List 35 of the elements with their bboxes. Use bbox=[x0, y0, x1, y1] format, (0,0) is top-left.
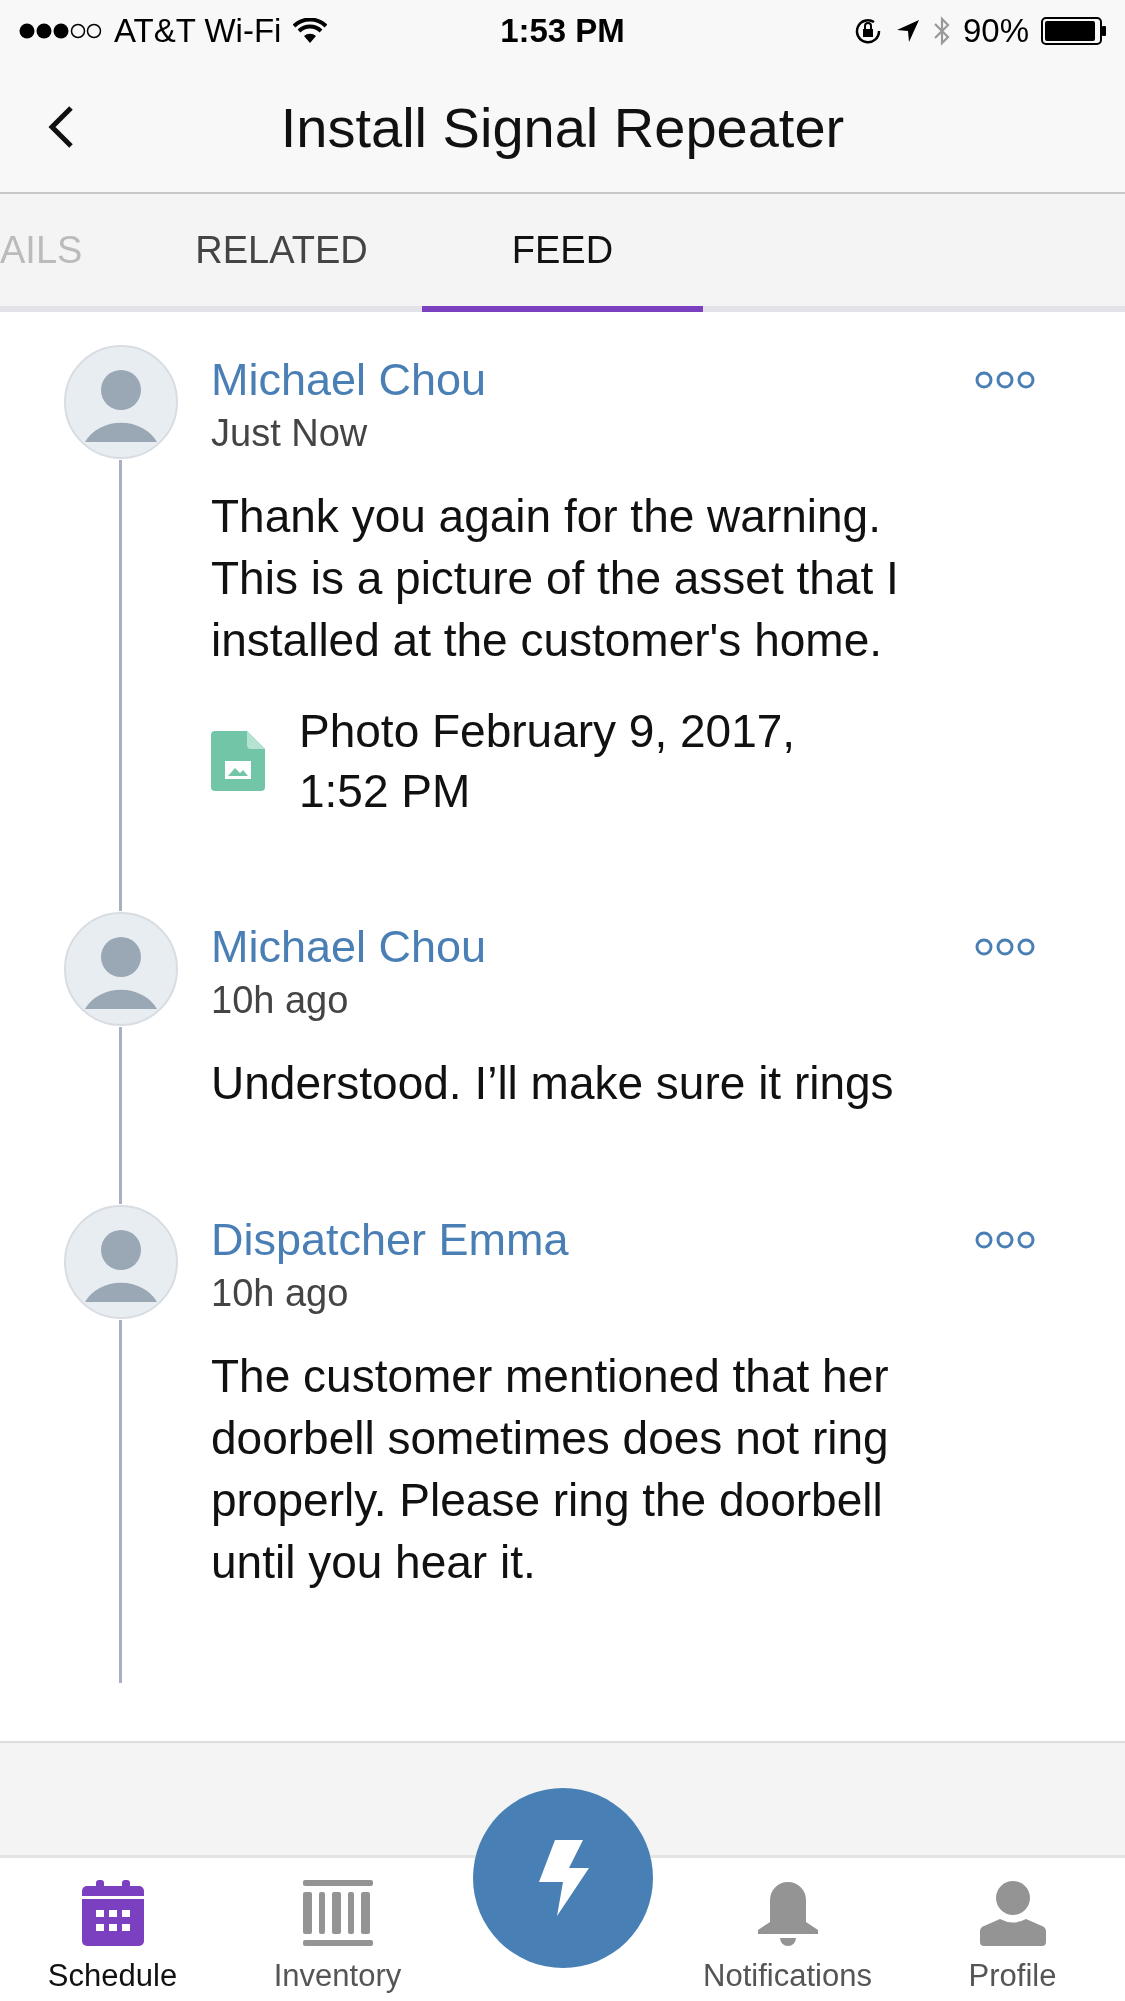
more-icon[interactable] bbox=[975, 937, 1035, 957]
tab-bar-item[interactable]: Profile bbox=[900, 1880, 1125, 1994]
post-text: Thank you again for the warning. This is a picture of the asset that I installed at the customer's home. bbox=[211, 489, 900, 668]
tab-bar-item[interactable]: Inventory bbox=[225, 1880, 450, 1994]
lightning-icon bbox=[537, 1840, 589, 1916]
post-time: 10h ago bbox=[211, 1272, 350, 1315]
barcode-icon bbox=[302, 1880, 373, 1946]
more-icon[interactable] bbox=[975, 1230, 1035, 1250]
battery-percent: 90% bbox=[962, 12, 1029, 50]
author-link[interactable]: Dispatcher Emma bbox=[211, 1214, 569, 1266]
calendar-icon bbox=[81, 1880, 144, 1946]
tab-bar-item[interactable]: Schedule bbox=[0, 1880, 225, 1994]
battery-icon bbox=[1041, 17, 1107, 45]
signal-icon bbox=[18, 22, 102, 40]
post-text: The customer mentioned that her doorbell sometimes does not ring properly. Please ring the doorbell until you hear it. bbox=[211, 1349, 890, 1590]
post-text: Understood. I’ll make sure it rings bbox=[211, 1056, 895, 1111]
wifi-icon bbox=[293, 18, 328, 44]
more-icon[interactable] bbox=[975, 370, 1035, 390]
page-title: Install Signal Repeater bbox=[279, 94, 846, 160]
avatar-icon[interactable] bbox=[62, 911, 179, 1027]
author-link[interactable]: Michael Chou bbox=[211, 921, 487, 973]
attachment-link[interactable]: Photo February 9, 2017, 1:52 PM bbox=[299, 701, 859, 821]
clock-time: 1:53 PM bbox=[500, 12, 625, 50]
bell-icon bbox=[755, 1880, 820, 1946]
person-icon bbox=[979, 1880, 1046, 1946]
bluetooth-icon bbox=[932, 15, 951, 47]
back-icon[interactable] bbox=[48, 105, 74, 149]
tab-bar-item[interactable]: Notifications bbox=[675, 1880, 900, 1994]
post-time: Just Now bbox=[211, 412, 369, 455]
tab[interactable]: RELATED bbox=[141, 194, 422, 312]
post-time: 10h ago bbox=[211, 979, 350, 1022]
author-link[interactable]: Michael Chou bbox=[211, 354, 487, 406]
avatar-icon[interactable] bbox=[62, 1204, 179, 1320]
carrier-label: AT&T Wi-Fi bbox=[114, 12, 282, 50]
avatar-icon[interactable] bbox=[62, 344, 179, 460]
